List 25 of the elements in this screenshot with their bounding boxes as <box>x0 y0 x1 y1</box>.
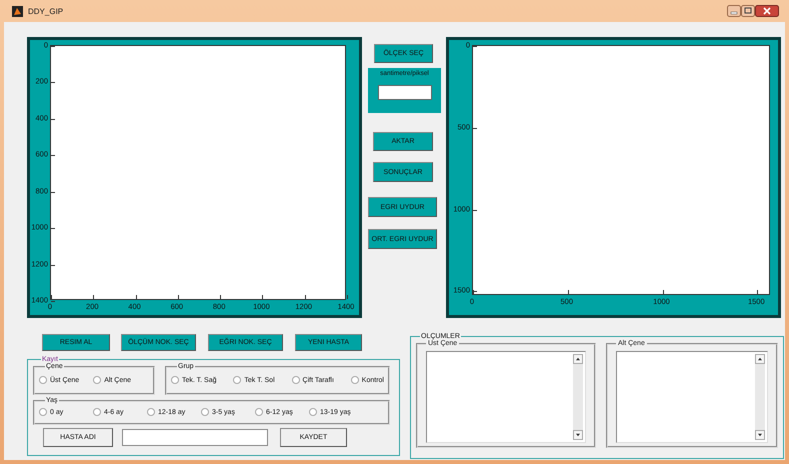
radio-button[interactable] <box>255 408 263 416</box>
radio-button[interactable] <box>233 376 242 384</box>
window-title: DDY_GIP <box>28 6 64 16</box>
radio-button[interactable] <box>292 376 300 384</box>
scroll-down-icon[interactable] <box>573 430 583 440</box>
radio-button[interactable] <box>93 376 102 384</box>
close-icon[interactable] <box>755 5 779 17</box>
scrollbar[interactable] <box>573 354 583 440</box>
radio-button[interactable] <box>201 408 209 416</box>
radio-button[interactable] <box>93 408 101 416</box>
radio-button[interactable] <box>147 408 155 416</box>
radio-button[interactable] <box>39 408 47 416</box>
radio-button[interactable] <box>309 408 317 416</box>
scroll-up-icon[interactable] <box>573 354 583 364</box>
app-icon <box>12 6 23 16</box>
patient-name-field[interactable] <box>122 429 268 446</box>
scale-input-field[interactable] <box>378 85 432 100</box>
radio-button[interactable] <box>350 376 359 384</box>
radio-button[interactable] <box>39 376 47 384</box>
radio-button[interactable] <box>171 376 179 384</box>
scroll-down-icon[interactable] <box>755 430 765 440</box>
scrollbar[interactable] <box>755 354 765 440</box>
maximize-icon[interactable] <box>741 5 755 17</box>
minimize-icon[interactable] <box>727 5 741 17</box>
scroll-up-icon[interactable] <box>755 354 765 364</box>
